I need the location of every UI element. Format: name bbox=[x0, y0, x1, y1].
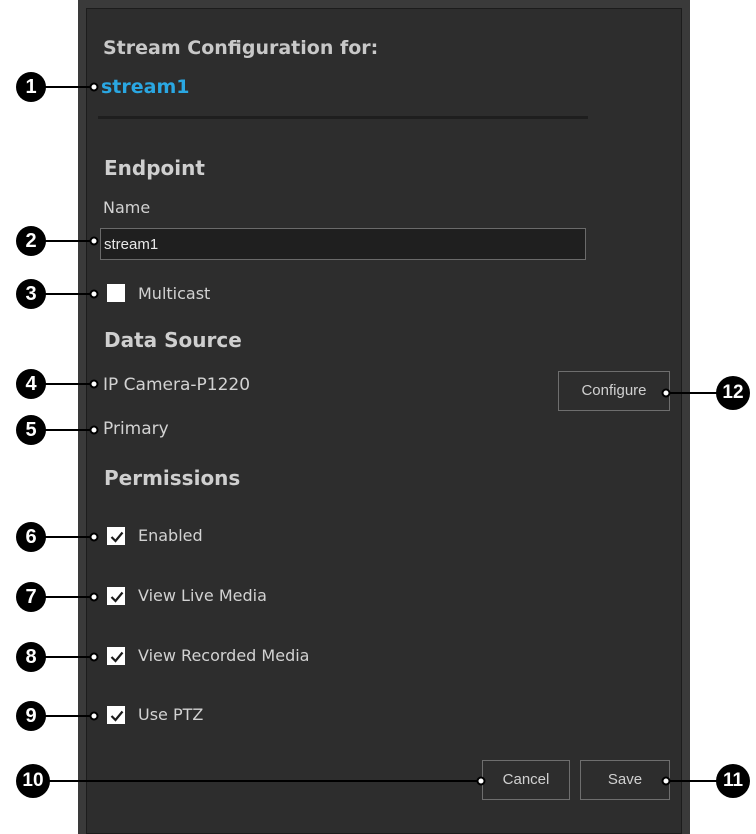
callout-badge: 6 bbox=[16, 522, 46, 552]
callout-badge: 4 bbox=[16, 369, 46, 399]
callout-badge: 3 bbox=[16, 279, 46, 309]
callout-badge: 8 bbox=[16, 642, 46, 672]
callout-badge: 9 bbox=[16, 701, 46, 731]
callout-badge: 12 bbox=[716, 376, 750, 410]
callout-badge: 11 bbox=[716, 764, 750, 798]
callout-badge: 10 bbox=[16, 764, 50, 798]
callout-badge: 1 bbox=[16, 72, 46, 102]
callout-badge: 7 bbox=[16, 582, 46, 612]
callout-leaders bbox=[44, 82, 718, 786]
callout-badge: 5 bbox=[16, 415, 46, 445]
callout-badge: 2 bbox=[16, 226, 46, 256]
